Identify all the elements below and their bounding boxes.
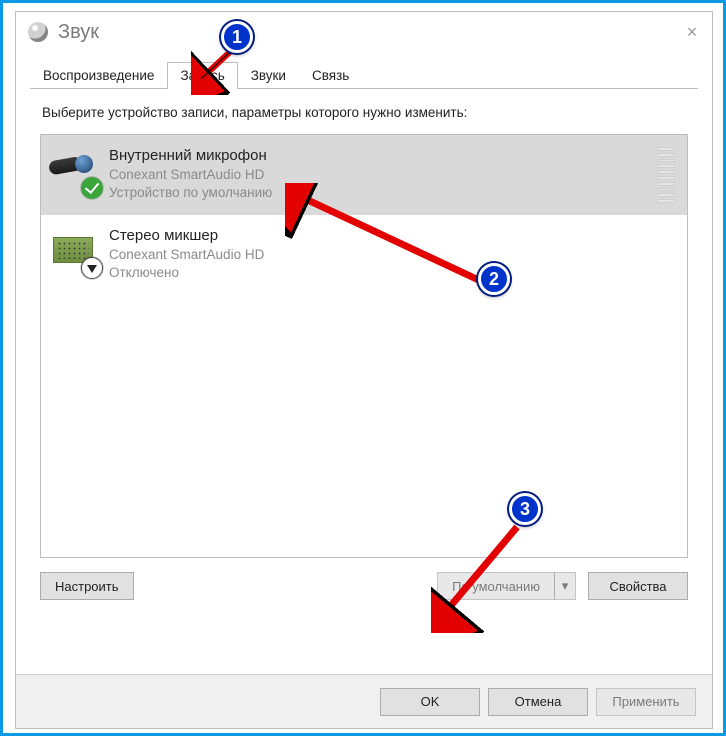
- properties-button[interactable]: Свойства: [588, 572, 688, 600]
- device-title: Стерео микшер: [109, 227, 679, 244]
- set-default-dropdown[interactable]: ▾: [554, 572, 576, 600]
- device-icon: [49, 225, 105, 281]
- device-text: Внутренний микрофон Conexant SmartAudio …: [109, 145, 649, 201]
- device-status: Отключено: [109, 264, 679, 282]
- device-desc: Conexant SmartAudio HD: [109, 166, 649, 184]
- tab-strip: Воспроизведение Запись Звуки Связь: [30, 58, 698, 88]
- device-item-internal-microphone[interactable]: Внутренний микрофон Conexant SmartAudio …: [41, 135, 687, 215]
- set-default-button[interactable]: По умолчанию: [437, 572, 554, 600]
- device-title: Внутренний микрофон: [109, 147, 649, 164]
- dialog-button-bar: OK Отмена Применить: [16, 674, 712, 728]
- device-text: Стерео микшер Conexant SmartAudio HD Отк…: [109, 225, 679, 281]
- device-item-stereo-mixer[interactable]: Стерео микшер Conexant SmartAudio HD Отк…: [41, 215, 687, 293]
- tab-underline: [30, 88, 698, 89]
- cancel-button[interactable]: Отмена: [488, 688, 588, 716]
- device-status: Устройство по умолчанию: [109, 184, 649, 202]
- close-button[interactable]: ×: [682, 22, 702, 42]
- tab-recording[interactable]: Запись: [167, 62, 237, 89]
- tab-sounds[interactable]: Звуки: [238, 62, 299, 89]
- tab-playback[interactable]: Воспроизведение: [30, 62, 167, 89]
- chevron-down-icon: ▾: [562, 578, 569, 594]
- ok-button[interactable]: OK: [380, 688, 480, 716]
- sound-app-icon: [28, 22, 48, 42]
- default-check-icon: [81, 177, 103, 199]
- close-icon: ×: [687, 22, 698, 43]
- tab-communications[interactable]: Связь: [299, 62, 362, 89]
- window-title: Звук: [58, 21, 99, 44]
- device-desc: Conexant SmartAudio HD: [109, 246, 679, 264]
- disabled-arrow-icon: [81, 257, 103, 279]
- device-buttons-row: Настроить По умолчанию ▾ Свойства: [40, 572, 688, 600]
- configure-button[interactable]: Настроить: [40, 572, 134, 600]
- microphone-icon: [49, 151, 93, 179]
- set-default-splitbutton: По умолчанию ▾: [437, 572, 576, 600]
- annotation-callout-1: 1: [221, 21, 253, 53]
- apply-button[interactable]: Применить: [596, 688, 696, 716]
- titlebar: Звук ×: [16, 12, 712, 52]
- device-listbox[interactable]: Внутренний микрофон Conexant SmartAudio …: [40, 134, 688, 558]
- instruction-text: Выберите устройство записи, параметры ко…: [42, 105, 692, 120]
- annotation-callout-2: 2: [478, 263, 510, 295]
- annotation-callout-3: 3: [509, 493, 541, 525]
- level-meter: [657, 147, 675, 203]
- device-icon: [49, 145, 105, 201]
- annotated-frame: Звук × Воспроизведение Запись Звуки Связ…: [0, 0, 726, 736]
- sound-settings-window: Звук × Воспроизведение Запись Звуки Связ…: [15, 11, 713, 729]
- tab-content: Выберите устройство записи, параметры ко…: [16, 89, 712, 600]
